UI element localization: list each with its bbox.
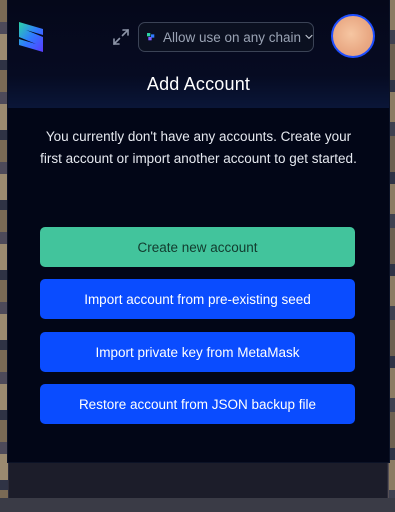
chain-network-icon [147,33,155,41]
background-page-strip-right [389,0,395,512]
restore-json-backup-button[interactable]: Restore account from JSON backup file [40,384,355,424]
background-page-strip-left [0,0,8,512]
chain-selector-label: Allow use on any chain [162,29,302,45]
page-title: Add Account [146,74,251,94]
import-metamask-key-button[interactable]: Import private key from MetaMask [40,332,355,372]
empty-accounts-description: You currently don't have any accounts. C… [40,129,357,166]
popup-header: Allow use on any chain Add Account [8,0,389,108]
chevron-down-icon [305,34,313,39]
create-new-account-button[interactable]: Create new account [40,227,355,267]
expand-icon[interactable] [112,28,130,46]
import-seed-button[interactable]: Import account from pre-existing seed [40,279,355,319]
chain-selector[interactable]: Allow use on any chain [138,22,314,52]
extension-popup: Allow use on any chain Add Account You c… [8,0,389,462]
subwallet-logo-icon[interactable] [17,20,45,54]
account-avatar[interactable] [331,14,375,58]
background-bottom-bar [0,498,395,512]
